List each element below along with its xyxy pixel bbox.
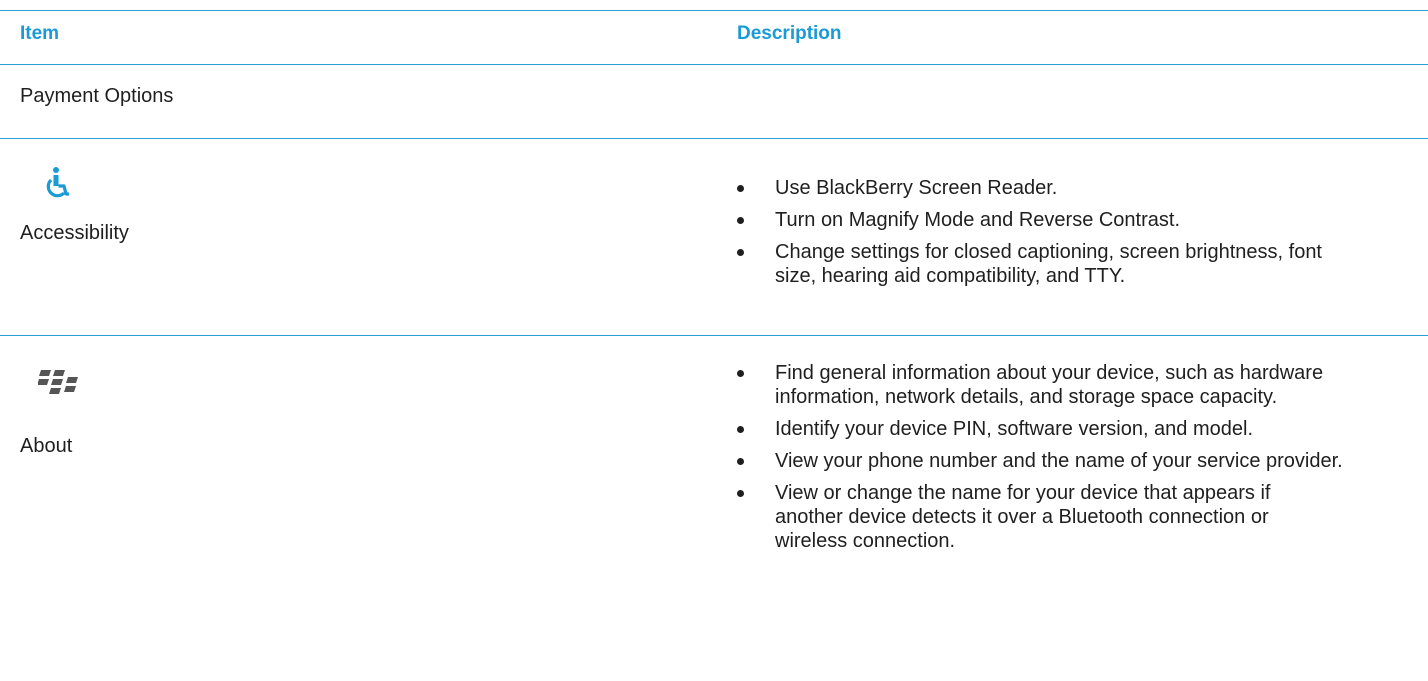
- section-label-payment-options: Payment Options: [20, 85, 174, 107]
- header-description: Description: [737, 23, 842, 44]
- list-item-text: Find general information about your devi…: [775, 362, 1324, 408]
- bullet-icon: [737, 185, 744, 192]
- list-item: Use BlackBerry Screen Reader.: [733, 176, 1393, 200]
- section-rule: [0, 138, 1428, 139]
- bullet-icon: [737, 370, 744, 377]
- list-item: View your phone number and the name of y…: [733, 449, 1393, 473]
- list-item: Identify your device PIN, software versi…: [733, 417, 1393, 441]
- description-list-accessibility: Use BlackBerry Screen Reader. Turn on Ma…: [733, 176, 1393, 288]
- list-item-text: Turn on Magnify Mode and Reverse Contras…: [775, 209, 1181, 231]
- header-item: Item: [20, 23, 60, 44]
- bullet-icon: [737, 490, 744, 497]
- blackberry-logo-icon: [37, 368, 82, 398]
- item-label-about: About: [20, 435, 73, 457]
- item-label-accessibility: Accessibility: [20, 222, 129, 244]
- list-item: Change settings for closed captioning, s…: [733, 240, 1395, 288]
- list-item-text: Identify your device PIN, software versi…: [775, 418, 1254, 440]
- row-rule-accessibility: [0, 335, 1428, 336]
- list-item: Find general information about your devi…: [733, 361, 1395, 409]
- bullet-icon: [737, 458, 744, 465]
- list-item: Turn on Magnify Mode and Reverse Contras…: [733, 208, 1393, 232]
- list-item-text: Change settings for closed captioning, s…: [775, 241, 1322, 287]
- header-rule: [0, 64, 1428, 65]
- list-item-text: Use BlackBerry Screen Reader.: [775, 177, 1058, 199]
- description-list-about: Find general information about your devi…: [733, 361, 1393, 553]
- bullet-icon: [737, 217, 744, 224]
- table-top-rule: [0, 10, 1428, 11]
- bullet-icon: [737, 426, 744, 433]
- wheelchair-icon: [38, 166, 72, 200]
- list-item-text: View or change the name for your device …: [775, 482, 1271, 552]
- list-item-text: View your phone number and the name of y…: [775, 450, 1343, 472]
- list-item: View or change the name for your device …: [733, 481, 1395, 553]
- bullet-icon: [737, 249, 744, 256]
